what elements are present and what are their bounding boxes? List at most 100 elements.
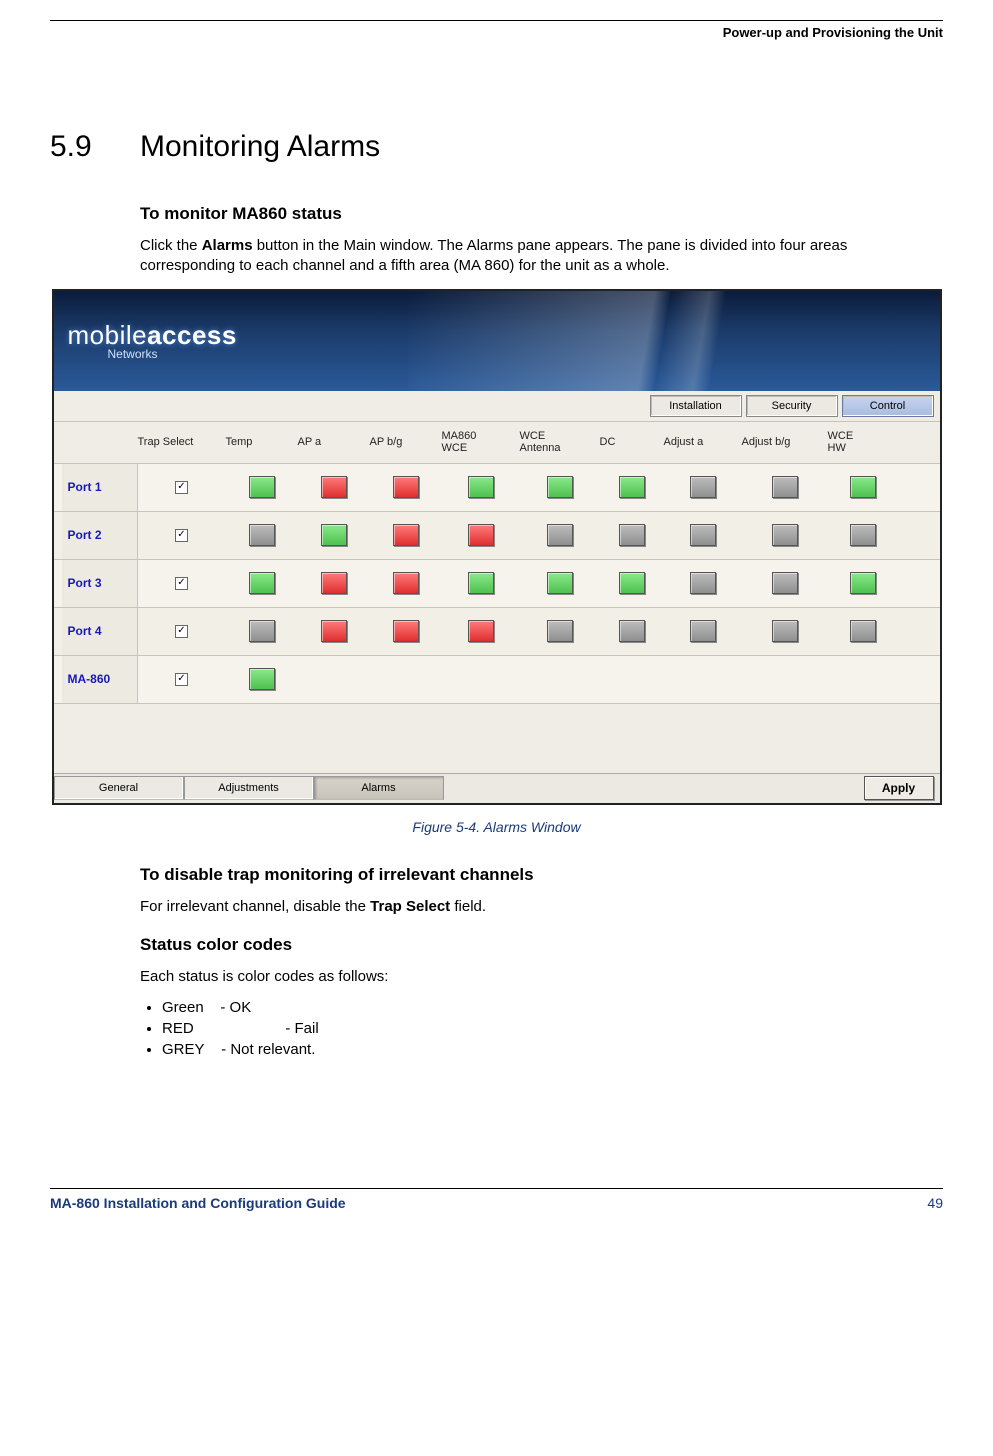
status-led [393, 620, 419, 642]
status-led [249, 620, 275, 642]
row-label: Port 1 [62, 464, 138, 511]
trap-select-checkbox[interactable] [175, 673, 188, 686]
status-cell [226, 476, 298, 498]
status-cell [226, 572, 298, 594]
col-ma860-wce: MA860 WCE [442, 430, 520, 455]
status-cell [298, 620, 370, 642]
status-cell [742, 476, 828, 498]
subheading-color-codes: Status color codes [140, 935, 943, 955]
tab-control[interactable]: Control [842, 395, 934, 417]
alarms-window: mobileaccess Networks Installation Secur… [52, 289, 942, 805]
status-cell [298, 524, 370, 546]
footer-title: MA-860 Installation and Configuration Gu… [50, 1195, 346, 1211]
trap-select-cell [138, 481, 226, 494]
status-cell [828, 476, 898, 498]
status-cell [298, 572, 370, 594]
status-led [772, 476, 798, 498]
page-footer: MA-860 Installation and Configuration Gu… [50, 1188, 943, 1211]
trap-select-checkbox[interactable] [175, 529, 188, 542]
banner-decoration [408, 291, 940, 391]
status-cell [828, 524, 898, 546]
col-dc: DC [600, 436, 664, 449]
status-led [468, 572, 494, 594]
status-led [249, 476, 275, 498]
status-cell [442, 476, 520, 498]
tab-general[interactable]: General [54, 776, 184, 800]
status-cell [298, 476, 370, 498]
footer-page-number: 49 [927, 1195, 943, 1211]
apply-button[interactable]: Apply [864, 776, 934, 800]
status-led [547, 476, 573, 498]
status-led [690, 620, 716, 642]
status-led [619, 620, 645, 642]
section-title: Monitoring Alarms [140, 130, 380, 163]
status-led [547, 620, 573, 642]
status-led [393, 572, 419, 594]
empty-area [54, 703, 940, 773]
col-wce-antenna: WCE Antenna [520, 430, 600, 455]
section-number: 5.9 [50, 130, 140, 164]
status-cell [600, 476, 664, 498]
status-led [850, 524, 876, 546]
status-cell [664, 524, 742, 546]
status-led [249, 668, 275, 690]
running-head: Power-up and Provisioning the Unit [50, 25, 943, 40]
status-cell [442, 620, 520, 642]
section-heading: 5.9Monitoring Alarms [50, 130, 943, 164]
alarm-row: Port 2 [54, 511, 940, 559]
status-cell [664, 572, 742, 594]
status-cell [442, 524, 520, 546]
col-temp: Temp [226, 436, 298, 449]
status-cell [520, 476, 600, 498]
col-adjust-bg: Adjust b/g [742, 436, 828, 449]
alarm-row: Port 1 [54, 463, 940, 511]
status-led [547, 572, 573, 594]
paragraph-2: For irrelevant channel, disable the Trap… [140, 897, 943, 917]
paragraph-1: Click the Alarms button in the Main wind… [140, 236, 943, 277]
trap-select-checkbox[interactable] [175, 577, 188, 590]
figure-caption: Figure 5-4. Alarms Window [50, 819, 943, 835]
status-led [468, 476, 494, 498]
tab-installation[interactable]: Installation [650, 395, 742, 417]
row-label: Port 4 [62, 608, 138, 655]
status-led [393, 524, 419, 546]
status-cell [742, 524, 828, 546]
top-tab-bar: Installation Security Control [54, 391, 940, 422]
col-ap-bg: AP b/g [370, 436, 442, 449]
status-led [547, 524, 573, 546]
status-led [772, 524, 798, 546]
status-led [619, 572, 645, 594]
status-cell [600, 620, 664, 642]
status-led [690, 476, 716, 498]
status-cell [600, 572, 664, 594]
status-led [619, 524, 645, 546]
status-cell [600, 524, 664, 546]
subheading-disable-trap: To disable trap monitoring of irrelevant… [140, 865, 943, 885]
status-cell [442, 572, 520, 594]
status-led [468, 620, 494, 642]
status-cell [742, 572, 828, 594]
status-cell [520, 572, 600, 594]
status-cell [226, 668, 298, 690]
status-led [321, 572, 347, 594]
color-code-list: Green - OK RED - Fail GREY - Not relevan… [140, 999, 943, 1058]
status-cell [226, 524, 298, 546]
status-cell [370, 572, 442, 594]
col-wce-hw: WCE HW [828, 430, 898, 455]
subheading-monitor: To monitor MA860 status [140, 204, 943, 224]
status-led [690, 524, 716, 546]
app-banner: mobileaccess Networks [54, 291, 940, 391]
status-cell [828, 620, 898, 642]
tab-adjustments[interactable]: Adjustments [184, 776, 314, 800]
status-led [772, 572, 798, 594]
status-cell [742, 620, 828, 642]
status-cell [664, 620, 742, 642]
status-led [321, 620, 347, 642]
trap-select-checkbox[interactable] [175, 481, 188, 494]
tab-alarms[interactable]: Alarms [314, 776, 444, 800]
status-led [850, 476, 876, 498]
trap-select-checkbox[interactable] [175, 625, 188, 638]
status-led [249, 524, 275, 546]
tab-security[interactable]: Security [746, 395, 838, 417]
status-led [393, 476, 419, 498]
